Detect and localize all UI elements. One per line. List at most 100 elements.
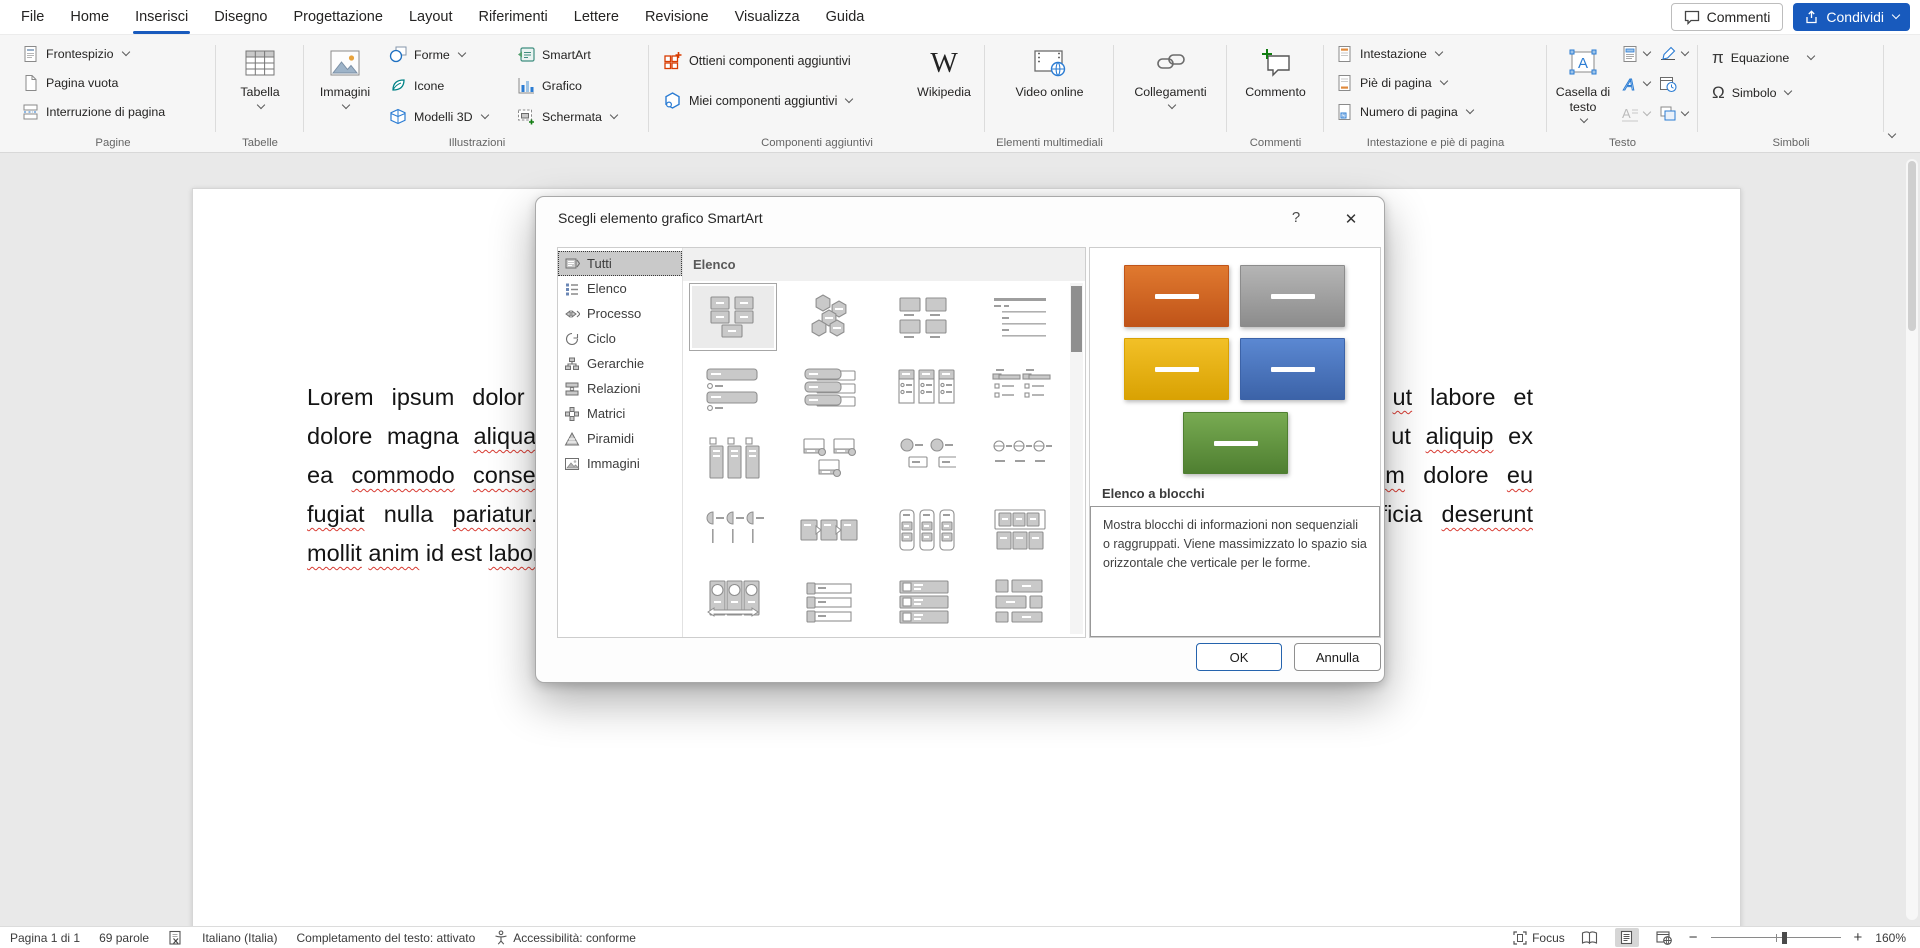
gallery-item-horizontal-bullet-list[interactable] — [979, 285, 1061, 349]
share-button[interactable]: Condividi — [1793, 3, 1910, 31]
tabella-button[interactable]: Tabella — [228, 38, 292, 137]
tab-riferimenti[interactable]: Riferimenti — [465, 0, 560, 34]
help-icon[interactable]: ? — [1286, 209, 1306, 226]
gallery-item-square-grid-list[interactable] — [979, 498, 1061, 562]
riga-di-firma-button[interactable] — [1659, 41, 1688, 67]
smartart-button[interactable]: SmartArt — [513, 42, 621, 67]
numero-di-pagina-button[interactable]: # Numero di pagina — [1332, 99, 1477, 124]
document-scrollbar[interactable] — [1906, 159, 1918, 920]
tab-home[interactable]: Home — [57, 0, 122, 34]
word-count[interactable]: 69 parole — [99, 931, 149, 945]
proofing-errors-icon[interactable] — [168, 930, 183, 946]
zoom-slider-thumb[interactable] — [1782, 932, 1787, 944]
gallery-item-alternating-hexagons[interactable] — [788, 285, 870, 349]
intestazione-button[interactable]: Intestazione — [1332, 41, 1477, 66]
gallery-item-circle-box-pairs[interactable] — [883, 427, 965, 491]
category-item-processo[interactable]: Processo — [558, 301, 682, 326]
gallery-item-pc-boxes[interactable] — [788, 427, 870, 491]
collegamenti-button[interactable]: Collegamenti — [1123, 38, 1219, 137]
category-item-matrici[interactable]: Matrici — [558, 401, 682, 426]
pagina-vuota-button[interactable]: Pagina vuota — [18, 70, 169, 95]
category-item-elenco[interactable]: Elenco — [558, 276, 682, 301]
tab-disegno[interactable]: Disegno — [201, 0, 280, 34]
page-indicator[interactable]: Pagina 1 di 1 — [10, 931, 80, 945]
icone-button[interactable]: Icone — [385, 73, 492, 98]
wordart-button[interactable]: A — [1621, 71, 1650, 97]
read-mode-button[interactable] — [1578, 928, 1602, 947]
gallery-item-arrow-box-row[interactable] — [788, 498, 870, 562]
focus-mode-button[interactable]: Focus — [1513, 931, 1565, 945]
zoom-in-button[interactable]: + — [1854, 930, 1863, 945]
gallery-item-picture-caption-list[interactable] — [883, 285, 965, 349]
footer-icon — [1336, 74, 1353, 92]
forme-button[interactable]: Forme — [385, 42, 492, 67]
tab-lettere[interactable]: Lettere — [561, 0, 632, 34]
accessibility-indicator[interactable]: Accessibilità: conforme — [494, 930, 636, 945]
gallery-item-vertical-box-list[interactable] — [692, 427, 774, 491]
data-e-ora-button[interactable] — [1659, 71, 1688, 97]
zoom-slider[interactable] — [1711, 931, 1841, 945]
immagini-button[interactable]: Immagini — [313, 38, 377, 137]
web-layout-button[interactable] — [1652, 928, 1676, 947]
video-online-button[interactable]: Video online — [1015, 38, 1085, 137]
equazione-button[interactable]: π Equazione — [1708, 45, 1818, 70]
tab-progettazione[interactable]: Progettazione — [280, 0, 395, 34]
simbolo-button[interactable]: Ω Simbolo — [1708, 80, 1818, 105]
language-indicator[interactable]: Italiano (Italia) — [202, 931, 277, 945]
category-item-gerarchie[interactable]: Gerarchie — [558, 351, 682, 376]
tab-inserisci[interactable]: Inserisci — [122, 0, 201, 34]
close-icon[interactable]: ✕ — [1338, 207, 1364, 231]
gallery-item-block-list[interactable] — [689, 283, 777, 351]
zoom-level[interactable]: 160% — [1875, 931, 1906, 945]
gallery-item-half-circle-list[interactable] — [692, 498, 774, 562]
schermata-button[interactable]: Schermata — [513, 104, 621, 129]
category-item-relazioni[interactable]: Relazioni — [558, 376, 682, 401]
gallery-scrollbar-thumb[interactable] — [1071, 286, 1082, 352]
category-item-tutti[interactable]: Tutti — [558, 251, 682, 276]
tab-layout[interactable]: Layout — [396, 0, 466, 34]
category-item-immagini[interactable]: Immagini — [558, 451, 682, 476]
ottieni-componenti-button[interactable]: Ottieni componenti aggiuntivi — [659, 48, 856, 73]
gallery-item-tab-list[interactable] — [788, 356, 870, 420]
gallery-item-mosaic-grid[interactable] — [979, 569, 1061, 633]
ribbon-tabs: FileHomeInserisciDisegnoProgettazioneLay… — [0, 0, 877, 34]
gallery-item-box-line-rows[interactable] — [788, 569, 870, 633]
modelli-3d-button[interactable]: Modelli 3D — [385, 104, 492, 129]
interruzione-pagina-button[interactable]: Interruzione di pagina — [18, 99, 169, 124]
gallery-item-square-bullet-rows[interactable] — [883, 569, 965, 633]
zoom-out-button[interactable]: − — [1689, 930, 1698, 945]
ok-button[interactable]: OK — [1196, 643, 1282, 671]
chevron-down-icon — [1681, 48, 1689, 56]
tab-visualizza[interactable]: Visualizza — [722, 0, 813, 34]
scrollbar-thumb[interactable] — [1908, 161, 1916, 331]
interruzione-pagina-label: Interruzione di pagina — [46, 105, 165, 119]
parti-rapide-button[interactable] — [1621, 41, 1650, 67]
tab-file[interactable]: File — [8, 0, 57, 34]
commento-button[interactable]: Commento — [1236, 38, 1316, 137]
wikipedia-button[interactable]: W Wikipedia — [909, 38, 979, 137]
miei-componenti-button[interactable]: Miei componenti aggiuntivi — [659, 88, 856, 113]
ribbon-collapse-chevron[interactable] — [1880, 128, 1902, 144]
dialog-title: Scegli elemento grafico SmartArt — [558, 210, 763, 226]
gallery-item-panel-circle-arrows[interactable] — [692, 569, 774, 633]
comments-button[interactable]: Commenti — [1671, 3, 1784, 31]
cancel-button[interactable]: Annulla — [1294, 643, 1381, 671]
gallery-item-grouped-list[interactable] — [883, 356, 965, 420]
casella-di-testo-button[interactable]: A Casella di testo — [1549, 38, 1617, 137]
oggetto-button[interactable] — [1659, 101, 1688, 127]
grafico-button[interactable]: Grafico — [513, 73, 621, 98]
gallery-scrollbar[interactable] — [1070, 283, 1083, 634]
tab-revisione[interactable]: Revisione — [632, 0, 722, 34]
gallery-item-two-column-tab-list[interactable] — [979, 356, 1061, 420]
print-layout-button[interactable] — [1615, 928, 1639, 947]
frontespizio-button[interactable]: Frontespizio — [18, 41, 169, 66]
text-prediction-indicator[interactable]: Completamento del testo: attivato — [296, 931, 475, 945]
shapes-icon — [389, 46, 407, 63]
gallery-item-circle-dash-row[interactable] — [979, 427, 1061, 491]
gallery-item-rounded-list[interactable] — [692, 356, 774, 420]
category-item-piramidi[interactable]: Piramidi — [558, 426, 682, 451]
gallery-item-vertical-rounded-list[interactable] — [883, 498, 965, 562]
category-item-ciclo[interactable]: Ciclo — [558, 326, 682, 351]
pie-di-pagina-button[interactable]: Piè di pagina — [1332, 70, 1477, 95]
tab-guida[interactable]: Guida — [813, 0, 878, 34]
